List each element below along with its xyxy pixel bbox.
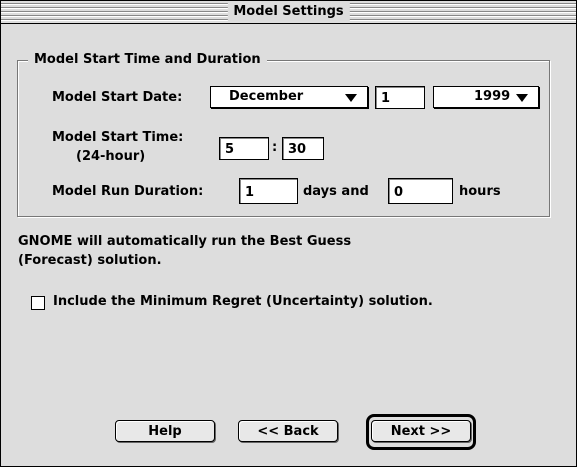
month-value: December: [229, 89, 304, 104]
start-time-format-label: (24-hour): [76, 149, 146, 164]
start-date-label: Model Start Date:: [52, 90, 183, 105]
run-duration-label: Model Run Duration:: [52, 184, 204, 199]
back-button[interactable]: << Back: [238, 420, 338, 442]
group-legend: Model Start Time and Duration: [28, 52, 267, 67]
min-regret-checkbox[interactable]: [31, 296, 45, 310]
title-bar[interactable]: Model Settings: [1, 1, 576, 24]
info-text-line2: (Forecast) solution.: [18, 253, 162, 268]
info-text-line1: GNOME will automatically run the Best Gu…: [18, 234, 352, 249]
hour-field[interactable]: [219, 137, 269, 160]
days-and-label: days and: [303, 184, 369, 199]
hours-label: hours: [459, 184, 501, 199]
chevron-down-icon: [345, 94, 357, 102]
month-popup[interactable]: December: [210, 86, 368, 108]
window-title: Model Settings: [227, 3, 350, 21]
help-button[interactable]: Help: [115, 420, 215, 442]
start-time-label: Model Start Time:: [52, 130, 184, 145]
year-popup[interactable]: 1999: [433, 86, 539, 108]
year-value: 1999: [474, 89, 511, 104]
hours-field[interactable]: [388, 178, 453, 204]
chevron-down-icon: [516, 94, 528, 102]
next-button[interactable]: Next >>: [371, 420, 471, 442]
minute-field[interactable]: [282, 137, 324, 160]
day-field[interactable]: [375, 86, 425, 109]
min-regret-label[interactable]: Include the Minimum Regret (Uncertainty)…: [53, 294, 433, 309]
time-separator: :: [272, 140, 278, 155]
days-field[interactable]: [239, 178, 298, 204]
